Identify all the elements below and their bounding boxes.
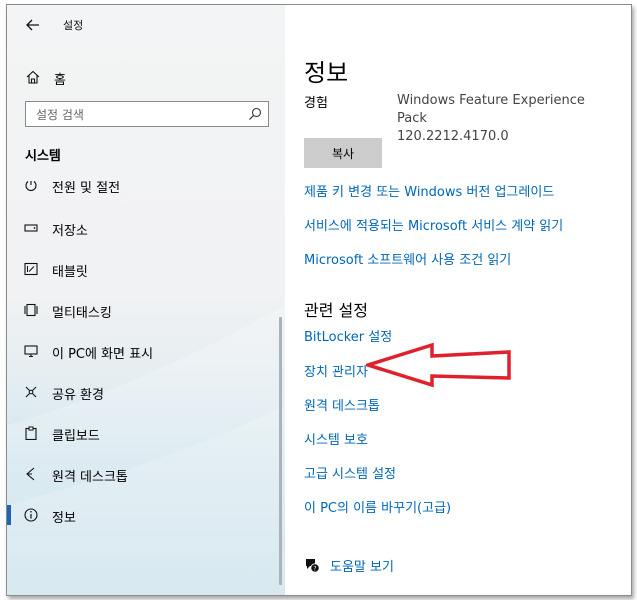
rename-pc-link[interactable]: 이 PC의 이름 바꾸기(고급) xyxy=(304,497,451,516)
sidebar-item-home[interactable]: 홈 xyxy=(7,63,285,93)
app-title: 설정 xyxy=(63,19,84,32)
get-help-link[interactable]: 도움말 보기 xyxy=(330,556,394,575)
svg-text:?: ? xyxy=(313,565,316,572)
project-icon xyxy=(24,345,38,358)
experience-label: 경험 xyxy=(304,96,328,111)
license-terms-link[interactable]: Microsoft 소프트웨어 사용 조건 읽기 xyxy=(304,249,511,268)
experience-value-line2: 120.2212.4170.0 xyxy=(397,129,509,144)
sidebar-item-label: 이 PC에 화면 표시 xyxy=(52,347,154,362)
storage-icon xyxy=(24,224,38,232)
sidebar-item-label: 공유 환경 xyxy=(52,388,104,403)
sidebar-item-label: 전원 및 절전 xyxy=(52,181,121,196)
experience-value: Windows Feature Experience Pack 120.2212… xyxy=(397,92,607,146)
home-label: 홈 xyxy=(54,73,66,88)
device-manager-link[interactable]: 장치 관리자 xyxy=(304,361,368,380)
home-icon xyxy=(26,70,40,84)
service-agreement-link[interactable]: 서비스에 적용되는 Microsoft 서비스 계약 읽기 xyxy=(304,215,563,234)
remote-desktop-icon xyxy=(26,467,35,481)
info-icon xyxy=(24,508,38,522)
page-title: 정보 xyxy=(304,59,349,87)
sidebar-item-label: 클립보드 xyxy=(52,429,100,444)
help-icon: ? xyxy=(306,559,320,573)
section-title: 시스템 xyxy=(25,149,61,164)
title-bar: 설정 xyxy=(7,5,285,47)
search-input[interactable] xyxy=(34,105,238,125)
sidebar-scrollbar[interactable] xyxy=(279,317,282,585)
sidebar-item-label: 원격 데스크톱 xyxy=(52,470,128,485)
system-protection-link[interactable]: 시스템 보호 xyxy=(304,429,368,448)
sidebar-item-label: 정보 xyxy=(52,511,76,526)
selection-indicator xyxy=(7,505,11,525)
multitasking-icon xyxy=(24,303,38,317)
change-product-key-link[interactable]: 제품 키 변경 또는 Windows 버전 업그레이드 xyxy=(304,181,554,200)
sidebar-item-remote-desktop[interactable]: 원격 데스크톱 xyxy=(7,457,285,491)
sidebar-item-tablet[interactable]: 태블릿 xyxy=(7,252,285,286)
sidebar: 설정 홈 시스템 전원 및 절전 xyxy=(7,5,285,595)
back-button[interactable] xyxy=(21,13,45,37)
power-icon xyxy=(25,181,37,192)
experience-value-line1: Windows Feature Experience Pack xyxy=(397,93,585,126)
main-content: 정보 경험 Windows Feature Experience Pack 12… xyxy=(285,5,631,595)
sidebar-item-label: 태블릿 xyxy=(52,265,88,280)
related-settings-title: 관련 설정 xyxy=(304,301,368,320)
sidebar-item-clipboard[interactable]: 클립보드 xyxy=(7,416,285,450)
remote-desktop-link[interactable]: 원격 데스크톱 xyxy=(304,395,380,414)
copy-button[interactable]: 복사 xyxy=(304,138,382,168)
clipboard-icon xyxy=(25,426,37,440)
sidebar-item-multitasking[interactable]: 멀티태스킹 xyxy=(7,293,285,327)
settings-window: 설정 홈 시스템 전원 및 절전 xyxy=(6,4,632,596)
sidebar-item-project[interactable]: 이 PC에 화면 표시 xyxy=(7,334,285,368)
search-icon[interactable] xyxy=(248,107,262,121)
share-icon xyxy=(25,386,37,398)
sidebar-item-power[interactable]: 전원 및 절전 xyxy=(7,181,285,205)
advanced-system-settings-link[interactable]: 고급 시스템 설정 xyxy=(304,463,396,482)
tablet-icon xyxy=(24,262,38,276)
sidebar-item-storage[interactable]: 저장소 xyxy=(7,211,285,245)
sidebar-item-label: 멀티태스킹 xyxy=(52,306,112,321)
sidebar-item-share[interactable]: 공유 환경 xyxy=(7,375,285,409)
search-box[interactable] xyxy=(25,101,269,127)
sidebar-item-info[interactable]: 정보 xyxy=(7,498,285,532)
annotation-arrow-icon xyxy=(366,342,511,388)
sidebar-item-label: 저장소 xyxy=(52,224,88,239)
back-arrow-icon xyxy=(26,19,39,31)
